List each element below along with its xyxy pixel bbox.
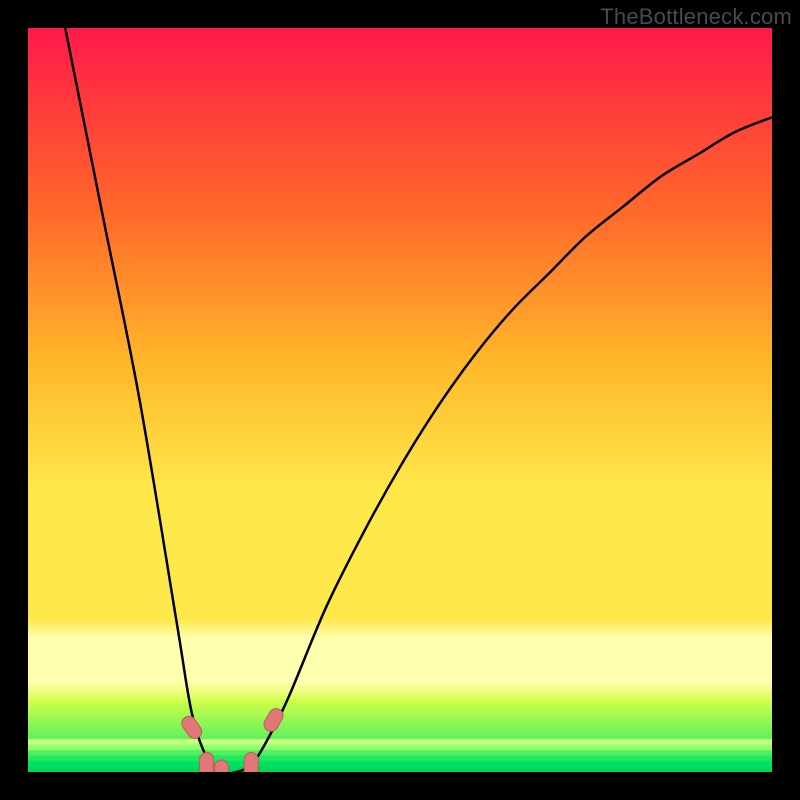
watermark-text: TheBottleneck.com bbox=[600, 4, 792, 30]
plot-area bbox=[28, 28, 772, 772]
gradient-background bbox=[28, 28, 772, 772]
